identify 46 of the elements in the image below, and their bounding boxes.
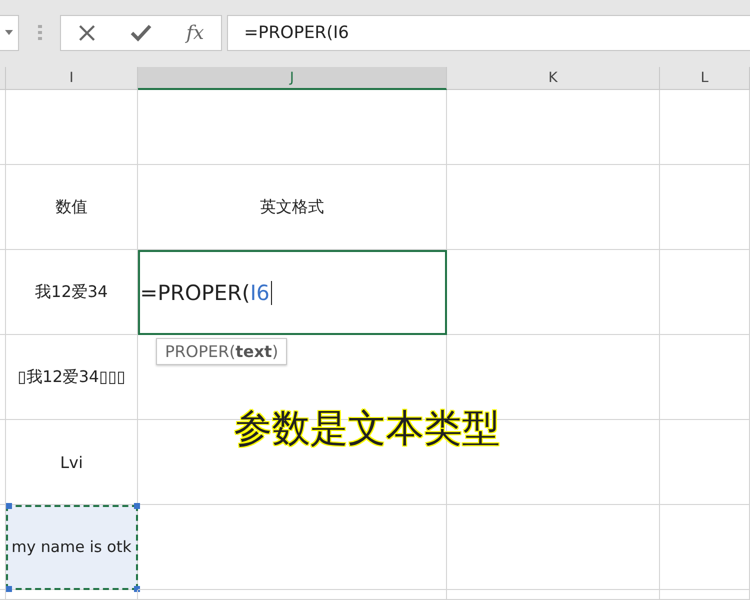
- table-cell[interactable]: my name is otk: [6, 505, 138, 590]
- name-box-dropdown[interactable]: [0, 14, 19, 50]
- row-header[interactable]: [0, 250, 6, 335]
- formula-bar[interactable]: =PROPER(I6: [227, 14, 750, 50]
- insert-function-button[interactable]: fx: [186, 22, 204, 44]
- row-header[interactable]: [0, 590, 6, 600]
- grip-icon: [38, 24, 42, 40]
- cancel-icon[interactable]: [78, 24, 96, 42]
- column-header[interactable]: L: [660, 67, 750, 90]
- table-cell[interactable]: [660, 505, 750, 590]
- table-cell[interactable]: [447, 590, 660, 600]
- column-header[interactable]: J: [138, 67, 447, 90]
- table-cell[interactable]: 数值: [6, 165, 138, 250]
- selection-handle[interactable]: [6, 503, 12, 509]
- row-header[interactable]: [0, 90, 6, 165]
- table-cell[interactable]: [660, 250, 750, 335]
- table-cell[interactable]: [447, 90, 660, 165]
- table-cell[interactable]: [138, 90, 447, 165]
- row-header[interactable]: [0, 335, 6, 420]
- annotation-text: 参数是文本类型: [234, 405, 500, 452]
- selection-handle[interactable]: [134, 503, 140, 509]
- table-cell[interactable]: [660, 590, 750, 600]
- table-cell[interactable]: [138, 590, 447, 600]
- table-cell[interactable]: [660, 335, 750, 420]
- row-header[interactable]: [0, 420, 6, 505]
- table-cell[interactable]: [447, 250, 660, 335]
- table-cell[interactable]: 我12爱34: [6, 250, 138, 335]
- function-tooltip: PROPER(text): [156, 338, 288, 365]
- table-cell[interactable]: [660, 420, 750, 505]
- table-cell[interactable]: [660, 90, 750, 165]
- selection-handle[interactable]: [6, 586, 12, 592]
- table-cell[interactable]: [447, 165, 660, 250]
- table-cell[interactable]: [447, 505, 660, 590]
- caret-icon: [5, 30, 13, 35]
- column-header[interactable]: K: [447, 67, 660, 90]
- table-cell[interactable]: [6, 590, 138, 600]
- corner-header[interactable]: [0, 67, 6, 90]
- table-cell[interactable]: 英文格式: [138, 165, 447, 250]
- formula-text: =PROPER(I6: [140, 280, 270, 304]
- table-cell[interactable]: [6, 90, 138, 165]
- table-cell[interactable]: [138, 505, 447, 590]
- enter-icon[interactable]: [130, 24, 152, 42]
- table-cell[interactable]: [660, 165, 750, 250]
- row-header[interactable]: [0, 165, 6, 250]
- column-header[interactable]: I: [6, 67, 138, 90]
- table-cell[interactable]: ▯我12爱34▯▯▯: [6, 335, 138, 420]
